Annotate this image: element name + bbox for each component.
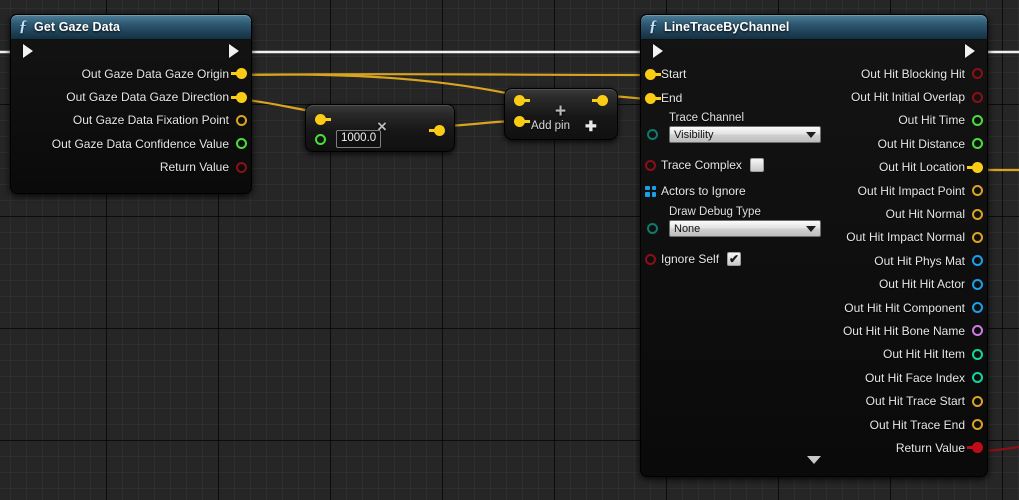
output-pin-object[interactable] bbox=[972, 255, 983, 267]
output-pin-row[interactable]: Out Gaze Data Gaze Origin bbox=[11, 62, 251, 85]
output-pin-row[interactable]: Out Hit Face Index bbox=[641, 366, 987, 389]
output-pin-vector[interactable] bbox=[967, 161, 983, 173]
pin-label: Out Hit Hit Item bbox=[882, 347, 965, 362]
output-pin-boolean[interactable] bbox=[972, 68, 983, 80]
multiply-output-pin-vector[interactable] bbox=[429, 125, 445, 136]
output-pin-row[interactable]: Out Hit Hit Bone Name bbox=[641, 319, 987, 342]
exec-input-pin[interactable] bbox=[23, 44, 33, 58]
add-input-pin-vector-b[interactable] bbox=[514, 116, 530, 127]
add-operator-label: + bbox=[555, 101, 567, 122]
output-pin-object[interactable] bbox=[972, 302, 983, 314]
add-output-pin-vector[interactable] bbox=[592, 95, 608, 106]
output-pin-vector[interactable] bbox=[972, 185, 983, 197]
pin-label: Out Hit Hit Bone Name bbox=[842, 323, 965, 338]
output-pin-row[interactable]: Out Hit Location bbox=[641, 156, 987, 179]
collapse-arrow-icon[interactable] bbox=[807, 456, 821, 464]
pin-label: Out Hit Face Index bbox=[864, 370, 965, 385]
pin-label: Out Hit Distance bbox=[877, 136, 965, 151]
output-pin-row[interactable]: Out Gaze Data Fixation Point bbox=[11, 109, 251, 132]
exec-input-pin[interactable] bbox=[653, 44, 663, 58]
pin-label: Out Hit Trace End bbox=[869, 417, 965, 432]
pin-label: Out Gaze Data Confidence Value bbox=[51, 136, 229, 151]
pin-label: Return Value bbox=[895, 440, 965, 455]
node-line-trace-by-channel[interactable]: ƒ LineTraceByChannel Start End Trace Cha… bbox=[640, 14, 988, 477]
pin-label: Out Hit Trace Start bbox=[865, 394, 965, 409]
output-pin-row[interactable]: Out Hit Blocking Hit bbox=[641, 62, 987, 85]
output-pin-object[interactable] bbox=[972, 278, 983, 290]
pin-label: Out Gaze Data Gaze Origin bbox=[81, 66, 229, 81]
pin-label: Out Hit Hit Component bbox=[844, 300, 965, 315]
output-pin-vector[interactable] bbox=[972, 419, 983, 431]
output-pin-row[interactable]: Out Hit Hit Component bbox=[641, 296, 987, 319]
node-header-get-gaze-data[interactable]: ƒ Get Gaze Data bbox=[11, 15, 251, 40]
output-pin-row[interactable]: Out Hit Hit Item bbox=[641, 343, 987, 366]
output-pin-row[interactable]: Out Hit Phys Mat bbox=[641, 249, 987, 272]
output-pin-row[interactable]: Out Hit Time bbox=[641, 109, 987, 132]
output-pin-vector[interactable] bbox=[236, 114, 247, 126]
pin-label: Out Hit Phys Mat bbox=[874, 253, 965, 268]
output-pin-integer[interactable] bbox=[972, 348, 983, 360]
wire-gaze-origin-to-add bbox=[237, 73, 521, 98]
output-pin-integer[interactable] bbox=[972, 372, 983, 384]
output-pin-vector[interactable] bbox=[972, 208, 983, 220]
add-input-pin-vector-a[interactable] bbox=[514, 95, 530, 106]
pin-label: Out Hit Impact Point bbox=[857, 183, 965, 198]
multiply-input-pin-float[interactable] bbox=[315, 134, 326, 145]
node-body-get-gaze-data: Out Gaze Data Gaze Origin Out Gaze Data … bbox=[11, 40, 251, 193]
output-pin-row[interactable]: Out Gaze Data Gaze Direction bbox=[11, 85, 251, 108]
node-title: Get Gaze Data bbox=[34, 20, 121, 34]
pin-label: Out Gaze Data Fixation Point bbox=[72, 113, 229, 128]
wire-gaze-origin-to-start bbox=[237, 73, 656, 77]
pin-label: Out Hit Normal bbox=[885, 207, 965, 222]
output-pin-row[interactable]: Out Hit Impact Normal bbox=[641, 226, 987, 249]
output-pin-vector[interactable] bbox=[972, 231, 983, 243]
output-pin-vector[interactable] bbox=[972, 395, 983, 407]
pin-label: Out Hit Initial Overlap bbox=[850, 90, 965, 105]
output-pin-row[interactable]: Out Hit Initial Overlap bbox=[641, 85, 987, 108]
output-pin-row[interactable]: Out Hit Impact Point bbox=[641, 179, 987, 202]
pin-label: Out Hit Hit Actor bbox=[878, 277, 965, 292]
output-pin-row[interactable]: Out Gaze Data Confidence Value bbox=[11, 132, 251, 155]
pin-label: Out Hit Blocking Hit bbox=[860, 66, 965, 81]
pin-label: Out Hit Impact Normal bbox=[846, 230, 965, 245]
exec-row bbox=[11, 40, 251, 62]
exec-output-pin[interactable] bbox=[229, 44, 239, 58]
pin-label: Out Hit Location bbox=[878, 160, 965, 175]
output-pin-boolean[interactable] bbox=[967, 442, 983, 454]
pin-label: Return Value bbox=[159, 160, 229, 175]
node-header-line-trace[interactable]: ƒ LineTraceByChannel bbox=[641, 15, 987, 40]
exec-row bbox=[641, 40, 987, 62]
output-pin-row[interactable]: Out Hit Hit Actor bbox=[641, 273, 987, 296]
output-pin-row[interactable]: Return Value bbox=[11, 156, 251, 179]
add-pin-plus-icon[interactable]: ✚ bbox=[585, 119, 597, 133]
multiply-value-input[interactable]: 1000.0 bbox=[336, 130, 382, 149]
output-pin-row[interactable]: Out Hit Distance bbox=[641, 132, 987, 155]
node-title: LineTraceByChannel bbox=[664, 20, 790, 34]
output-pin-name[interactable] bbox=[972, 325, 983, 337]
node-add[interactable]: + Add pin ✚ bbox=[504, 88, 618, 140]
output-pin-float[interactable] bbox=[972, 138, 983, 150]
output-pin-vector[interactable] bbox=[231, 91, 247, 103]
function-icon: ƒ bbox=[649, 18, 657, 35]
function-icon: ƒ bbox=[19, 18, 27, 35]
output-pin-row[interactable]: Out Hit Normal bbox=[641, 202, 987, 225]
output-pin-vector[interactable] bbox=[231, 68, 247, 80]
output-pin-boolean[interactable] bbox=[236, 161, 247, 173]
output-pin-row[interactable]: Out Hit Trace Start bbox=[641, 389, 987, 412]
output-pin-row[interactable]: Out Hit Trace End bbox=[641, 413, 987, 436]
node-multiply[interactable]: × 1000.0 bbox=[305, 104, 455, 152]
pin-label: Out Gaze Data Gaze Direction bbox=[66, 90, 229, 105]
node-get-gaze-data[interactable]: ƒ Get Gaze Data Out Gaze Data Gaze Origi… bbox=[10, 14, 252, 194]
add-pin-label[interactable]: Add pin bbox=[531, 120, 570, 132]
output-pin-boolean[interactable] bbox=[972, 91, 983, 103]
node-body-line-trace: Start End Trace Channel Visibility Trace… bbox=[641, 40, 987, 476]
exec-output-pin[interactable] bbox=[965, 44, 975, 58]
blueprint-graph-canvas[interactable]: ƒ Get Gaze Data Out Gaze Data Gaze Origi… bbox=[0, 0, 1019, 500]
output-pin-float[interactable] bbox=[236, 138, 247, 150]
output-pin-float[interactable] bbox=[972, 114, 983, 126]
pin-label: Out Hit Time bbox=[898, 113, 965, 128]
output-pin-column: Out Hit Blocking Hit Out Hit Initial Ove… bbox=[641, 62, 987, 460]
multiply-input-pin-vector[interactable] bbox=[315, 114, 331, 125]
